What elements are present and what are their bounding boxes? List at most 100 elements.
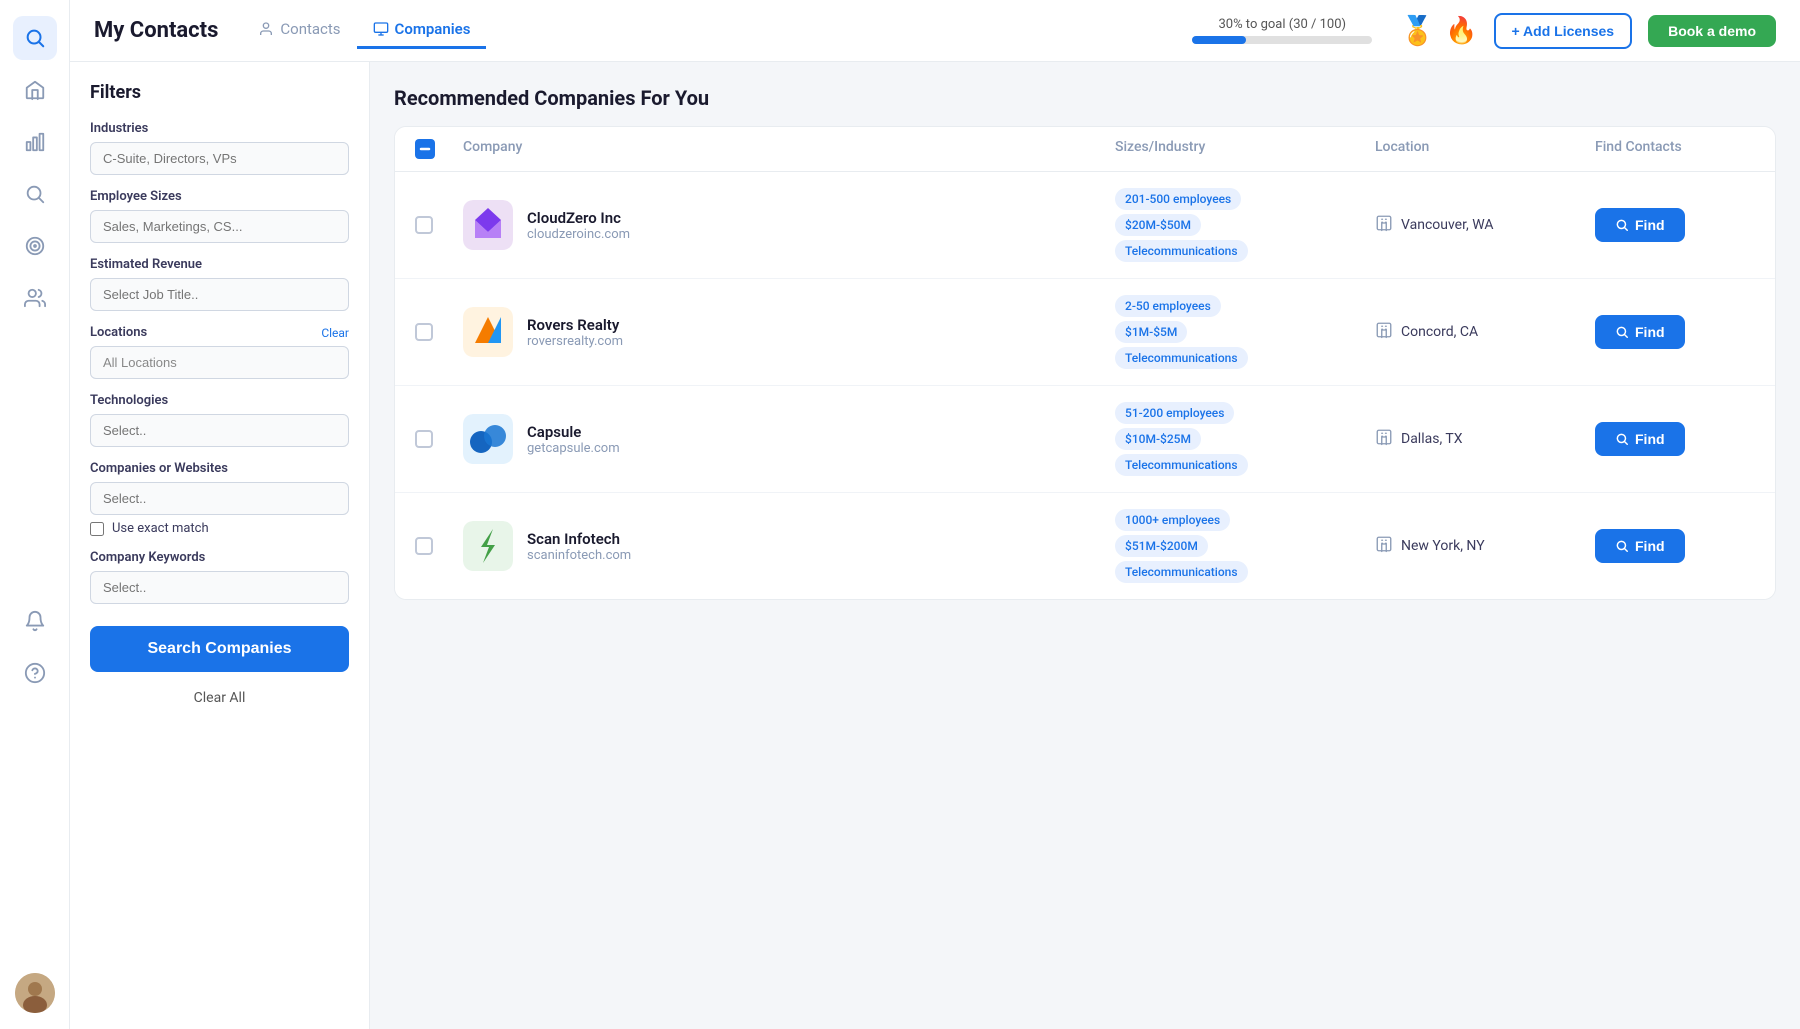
progress-label: 30% to goal (30 / 100) <box>1218 17 1346 32</box>
filter-technologies: Technologies <box>90 393 349 447</box>
exact-match-label: Use exact match <box>112 521 209 536</box>
sidebar-icon-home[interactable] <box>13 68 57 112</box>
building-icon <box>1375 535 1393 557</box>
company-rows: CloudZero Inc cloudzeroinc.com 201-500 e… <box>395 172 1775 599</box>
exact-match-checkbox[interactable] <box>90 522 104 536</box>
company-domain-1[interactable]: cloudzeroinc.com <box>527 227 630 242</box>
company-logo-3 <box>463 414 513 464</box>
building-icon <box>1375 214 1393 236</box>
sidebar-icon-search[interactable] <box>13 16 57 60</box>
filter-estimated-revenue-label: Estimated Revenue <box>90 257 349 272</box>
col-company-header: Company <box>463 139 1115 159</box>
companies-table: Company Sizes/Industry Location Find Con… <box>394 126 1776 600</box>
row-checkbox-4[interactable] <box>415 537 463 555</box>
filter-company-keywords: Company Keywords <box>90 550 349 604</box>
tab-contacts[interactable]: Contacts <box>242 12 356 49</box>
employee-sizes-input[interactable] <box>90 210 349 243</box>
find-btn-col-2: Find <box>1595 315 1755 349</box>
exact-match-row: Use exact match <box>90 521 349 536</box>
find-button-1[interactable]: Find <box>1595 208 1685 242</box>
company-tags-4: 1000+ employees $51M-$200M Telecommunicati… <box>1115 509 1375 583</box>
industries-input[interactable] <box>90 142 349 175</box>
tag: $10M-$25M <box>1115 428 1201 450</box>
building-icon <box>1375 428 1393 450</box>
tag: Telecommunications <box>1115 347 1248 369</box>
sidebar-icon-help[interactable] <box>13 651 57 695</box>
companies-section-title: Recommended Companies For You <box>394 86 1776 110</box>
company-info-1: CloudZero Inc cloudzeroinc.com <box>463 200 1115 250</box>
col-find-header: Find Contacts <box>1595 139 1755 159</box>
tag: $51M-$200M <box>1115 535 1208 557</box>
progress-bar-fill <box>1192 36 1246 44</box>
table-row: Capsule getcapsule.com 51-200 employees $… <box>395 386 1775 493</box>
company-location-4: New York, NY <box>1375 535 1595 557</box>
add-licenses-button[interactable]: + Add Licenses <box>1494 13 1633 49</box>
company-keywords-input[interactable] <box>90 571 349 604</box>
tab-companies[interactable]: Companies <box>357 12 487 49</box>
book-demo-button[interactable]: Book a demo <box>1648 15 1776 47</box>
tag: 1000+ employees <box>1115 509 1230 531</box>
tag: Telecommunications <box>1115 240 1248 262</box>
company-logo-4 <box>463 521 513 571</box>
tag: 201-500 employees <box>1115 188 1241 210</box>
row-checkbox-3[interactable] <box>415 430 463 448</box>
company-name-2: Rovers Realty <box>527 316 623 334</box>
locations-clear-link[interactable]: Clear <box>321 326 349 340</box>
estimated-revenue-input[interactable] <box>90 278 349 311</box>
main-content: My Contacts Contacts Companies 30% to go… <box>70 0 1800 1029</box>
col-location-header: Location <box>1375 139 1595 159</box>
company-domain-3[interactable]: getcapsule.com <box>527 441 620 456</box>
tab-navigation: Contacts Companies <box>242 12 486 49</box>
filter-estimated-revenue: Estimated Revenue <box>90 257 349 311</box>
clear-all-button[interactable]: Clear All <box>90 686 349 710</box>
row-checkbox-2[interactable] <box>415 323 463 341</box>
company-location-2: Concord, CA <box>1375 321 1595 343</box>
table-row: Scan Infotech scaninfotech.com 1000+ emp… <box>395 493 1775 599</box>
company-name-4: Scan Infotech <box>527 530 631 548</box>
sidebar-icon-magnify[interactable] <box>13 172 57 216</box>
locations-input[interactable] <box>90 346 349 379</box>
table-header-row: Company Sizes/Industry Location Find Con… <box>395 127 1775 172</box>
technologies-input[interactable] <box>90 414 349 447</box>
sidebar-icon-group[interactable] <box>13 276 57 320</box>
company-name-1: CloudZero Inc <box>527 209 630 227</box>
filter-locations-label: Locations Clear <box>90 325 349 340</box>
company-location-1: Vancouver, WA <box>1375 214 1595 236</box>
sidebar-icon-bell[interactable] <box>13 599 57 643</box>
select-all-checkbox[interactable] <box>415 139 463 159</box>
sidebar-icon-chart[interactable] <box>13 120 57 164</box>
tag: Telecommunications <box>1115 561 1248 583</box>
companies-panel: Recommended Companies For You Company Si… <box>370 62 1800 1029</box>
col-sizes-header: Sizes/Industry <box>1115 139 1375 159</box>
sidebar <box>0 0 70 1029</box>
search-companies-button[interactable]: Search Companies <box>90 626 349 672</box>
tag: 51-200 employees <box>1115 402 1234 424</box>
row-checkbox-1[interactable] <box>415 216 463 234</box>
filters-title: Filters <box>90 82 349 103</box>
filter-industries-label: Industries <box>90 121 349 136</box>
company-domain-2[interactable]: roversrealty.com <box>527 334 623 349</box>
app-header: My Contacts Contacts Companies 30% to go… <box>70 0 1800 62</box>
company-location-3: Dallas, TX <box>1375 428 1595 450</box>
company-domain-4[interactable]: scaninfotech.com <box>527 548 631 563</box>
company-logo-2 <box>463 307 513 357</box>
company-name-3: Capsule <box>527 423 620 441</box>
user-avatar[interactable] <box>15 973 55 1013</box>
progress-section: 30% to goal (30 / 100) <box>1192 17 1372 44</box>
filter-employee-sizes: Employee Sizes <box>90 189 349 243</box>
find-button-2[interactable]: Find <box>1595 315 1685 349</box>
filter-employee-sizes-label: Employee Sizes <box>90 189 349 204</box>
company-info-2: Rovers Realty roversrealty.com <box>463 307 1115 357</box>
find-btn-col-3: Find <box>1595 422 1755 456</box>
find-btn-col-1: Find <box>1595 208 1755 242</box>
company-tags-3: 51-200 employees $10M-$25M Telecommunicati… <box>1115 402 1375 476</box>
filter-companies-websites-label: Companies or Websites <box>90 461 349 476</box>
companies-websites-input[interactable] <box>90 482 349 515</box>
company-info-4: Scan Infotech scaninfotech.com <box>463 521 1115 571</box>
table-row: CloudZero Inc cloudzeroinc.com 201-500 e… <box>395 172 1775 279</box>
find-button-3[interactable]: Find <box>1595 422 1685 456</box>
tag: Telecommunications <box>1115 454 1248 476</box>
page-title: My Contacts <box>94 18 218 43</box>
find-button-4[interactable]: Find <box>1595 529 1685 563</box>
sidebar-icon-target[interactable] <box>13 224 57 268</box>
